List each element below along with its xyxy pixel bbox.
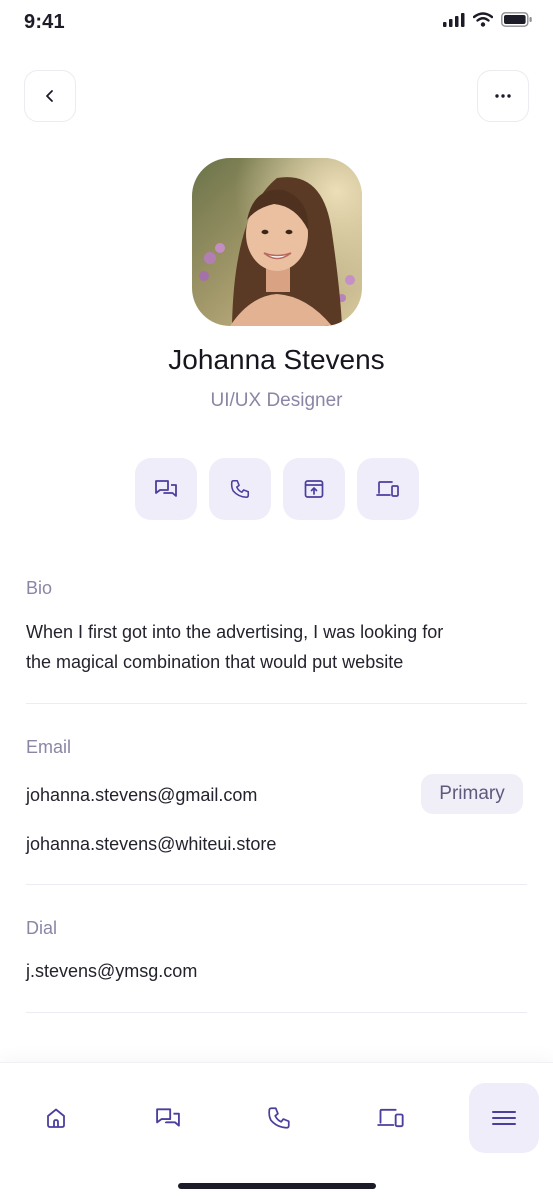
message-button[interactable]	[135, 458, 197, 520]
bottom-nav	[0, 1062, 553, 1200]
nav-home[interactable]	[21, 1083, 91, 1153]
dial-label: Dial	[26, 918, 58, 938]
quick-actions	[135, 458, 419, 520]
bio-label: Bio	[26, 578, 53, 598]
phone-icon	[268, 1107, 290, 1129]
email-label: Email	[26, 737, 72, 757]
primary-badge: Primary	[421, 774, 523, 814]
signal-icon	[443, 12, 465, 27]
status-icons	[443, 12, 533, 27]
divider	[26, 884, 527, 885]
chat-icon	[155, 480, 177, 497]
home-icon	[47, 1108, 65, 1128]
profile-role: UI/UX Designer	[210, 390, 343, 411]
nav-devices[interactable]	[356, 1083, 426, 1153]
phone-icon	[230, 479, 250, 499]
battery-icon	[501, 12, 532, 27]
nav-calls[interactable]	[244, 1083, 314, 1153]
devices-icon	[377, 1108, 404, 1128]
nav-menu[interactable]	[469, 1083, 539, 1153]
wifi-icon	[473, 12, 493, 27]
primary-email[interactable]: johanna.stevens@gmail.com	[26, 779, 257, 811]
call-button[interactable]	[209, 458, 271, 520]
chevron-left-icon	[46, 90, 53, 102]
more-options-button[interactable]	[477, 70, 529, 122]
nav-messages[interactable]	[133, 1083, 203, 1153]
bio-line-2: the magical combination that would put w…	[26, 652, 404, 672]
status-bar: 9:41	[0, 0, 553, 46]
profile-name: Johanna Stevens	[168, 344, 385, 375]
bio-line-1: When I first got into the advertising, I…	[26, 622, 444, 642]
home-indicator	[178, 1183, 376, 1189]
back-button[interactable]	[24, 70, 76, 122]
share-screen-button[interactable]	[283, 458, 345, 520]
divider	[26, 703, 527, 704]
devices-icon	[376, 481, 399, 497]
divider	[26, 1012, 527, 1013]
share-screen-icon	[304, 480, 324, 498]
menu-icon	[492, 1111, 516, 1125]
status-time: 9:41	[24, 11, 65, 33]
secondary-email[interactable]: johanna.stevens@whiteui.store	[26, 828, 276, 860]
devices-button[interactable]	[357, 458, 419, 520]
more-horizontal-icon	[495, 94, 511, 98]
dial-value[interactable]: j.stevens@ymsg.com	[26, 955, 197, 987]
chat-icon	[156, 1108, 180, 1127]
profile-avatar	[192, 158, 362, 326]
